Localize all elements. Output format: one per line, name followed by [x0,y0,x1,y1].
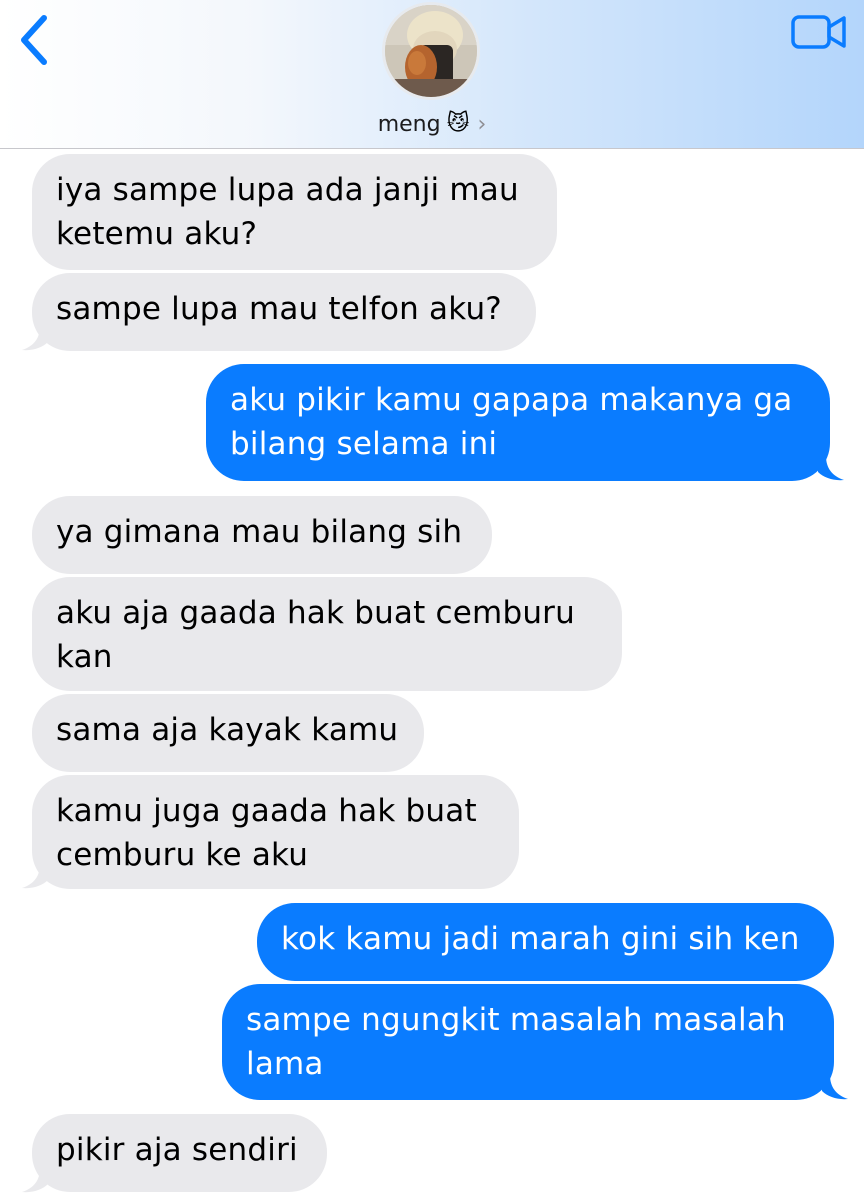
incoming-bubble-tail [22,864,48,889]
incoming-message-bubble[interactable]: kamu juga gaada hak buat cemburu ke aku [32,775,519,889]
facetime-video-button[interactable] [788,12,850,52]
incoming-message-bubble[interactable]: pikir aja sendiri [32,1114,327,1192]
incoming-message-bubble[interactable]: iya sampe lupa ada janji mau ketemu aku? [32,154,557,270]
outgoing-message-bubble[interactable]: aku pikir kamu gapapa makanya ga bilang … [206,364,830,481]
contact-avatar[interactable] [382,2,480,100]
message-line: kan [56,639,113,675]
chevron-left-icon [21,15,47,65]
chevron-right-icon: › [477,111,487,137]
message-line: bilang selama ini [230,426,498,462]
message-line: iya sampe lupa ada janji mau [56,172,519,208]
incoming-message-bubble[interactable]: sampe lupa mau telfon aku? [32,273,536,351]
message-line: ya gimana mau bilang sih [56,514,463,550]
incoming-message-bubble[interactable]: sama aja kayak kamu [32,694,424,772]
message-line: aku pikir kamu gapapa makanya ga [230,382,793,418]
message-line: aku aja gaada hak buat cemburu [56,595,575,631]
avatar-photo [385,5,477,97]
outgoing-message-bubble[interactable]: sampe ngungkit masalah masalah lama [222,984,834,1100]
message-line: sampe lupa mau telfon aku? [56,291,502,327]
outgoing-message-bubble[interactable]: kok kamu jadi marah gini sih ken [257,903,834,981]
contact-name-button[interactable]: meng 😼 › [300,106,564,142]
message-line: kok kamu jadi marah gini sih ken [281,921,800,957]
incoming-bubble-tail [22,1168,48,1193]
incoming-message-bubble[interactable]: ya gimana mau bilang sih [32,496,492,574]
message-line: kamu juga gaada hak buat [56,793,477,829]
message-line: lama [246,1046,324,1082]
message-line: ketemu aku? [56,216,258,252]
incoming-bubble-tail [22,326,48,351]
message-line: pikir aja sendiri [56,1132,298,1168]
message-line: cemburu ke aku [56,837,309,873]
contact-name: meng [377,111,441,137]
cat-emoji-icon: 😼 [446,111,470,136]
video-camera-icon [791,15,846,49]
outgoing-bubble-tail [822,1075,848,1100]
back-button[interactable] [12,14,56,66]
conversation-header: meng 😼 › [0,0,864,149]
message-line: sampe ngungkit masalah masalah [246,1002,786,1038]
incoming-message-bubble[interactable]: aku aja gaada hak buat cemburu kan [32,577,622,691]
message-line: sama aja kayak kamu [56,712,399,748]
outgoing-bubble-tail [818,456,844,481]
